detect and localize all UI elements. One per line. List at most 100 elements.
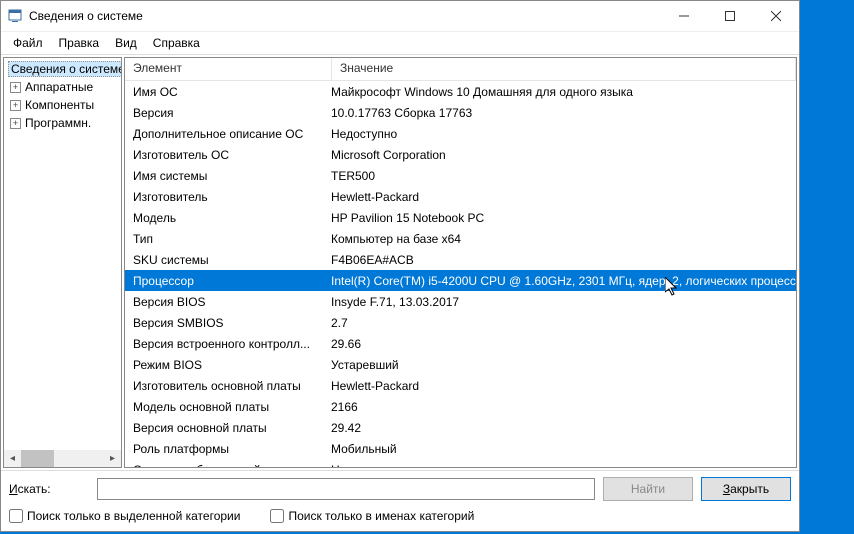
menu-edit[interactable]: Правка — [51, 34, 108, 52]
table-row[interactable]: Дополнительное описание ОСНедоступно — [125, 123, 796, 144]
menu-help[interactable]: Справка — [145, 34, 208, 52]
table-row[interactable]: ПроцессорIntel(R) Core(TM) i5-4200U CPU … — [125, 270, 796, 291]
column-header-name[interactable]: Элемент — [125, 58, 332, 80]
cell-value: F4B06EA#ACB — [323, 253, 796, 267]
tree-item-label: Компоненты — [25, 98, 94, 112]
cell-value: Hewlett-Packard — [323, 379, 796, 393]
table-row[interactable]: Изготовитель основной платыHewlett-Packa… — [125, 375, 796, 396]
table-row[interactable]: Версия основной платы29.42 — [125, 417, 796, 438]
cell-name: Дополнительное описание ОС — [125, 127, 323, 141]
table-row[interactable]: МодельHP Pavilion 15 Notebook PC — [125, 207, 796, 228]
tree-item-label: Программн. — [25, 116, 91, 130]
window-root: Сведения о системе Файл Правка Вид Справ… — [0, 0, 800, 532]
table-row[interactable]: Модель основной платы2166 — [125, 396, 796, 417]
cell-value: 2.7 — [323, 316, 796, 330]
cell-value: Insyde F.71, 13.03.2017 — [323, 295, 796, 309]
cell-name: Режим BIOS — [125, 358, 323, 372]
table-row[interactable]: Имя системыTER500 — [125, 165, 796, 186]
table-row[interactable]: ТипКомпьютер на базе x64 — [125, 228, 796, 249]
check-row: Поиск только в выделенной категории Поис… — [9, 509, 791, 523]
cell-value: 29.42 — [323, 421, 796, 435]
cell-value: Мобильный — [323, 442, 796, 456]
table-row[interactable]: Состояние безопасной загр...Не поддержив… — [125, 459, 796, 467]
close-button[interactable] — [753, 1, 799, 31]
cell-value: Устаревший — [323, 358, 796, 372]
search-input[interactable] — [97, 478, 595, 500]
cell-name: Изготовитель основной платы — [125, 379, 323, 393]
expand-icon[interactable]: + — [10, 82, 21, 93]
scroll-thumb[interactable] — [21, 450, 54, 467]
table-row[interactable]: SKU системыF4B06EA#ACB — [125, 249, 796, 270]
column-header-value[interactable]: Значение — [332, 58, 796, 80]
cell-name: Тип — [125, 232, 323, 246]
tree-item-label: Аппаратные — [25, 80, 93, 94]
cell-name: Состояние безопасной загр... — [125, 463, 323, 468]
table-row[interactable]: Роль платформыМобильный — [125, 438, 796, 459]
content-area: Сведения о системе + Аппаратные + Компон… — [1, 55, 799, 470]
close-dlg-button[interactable]: Закрыть — [701, 477, 791, 501]
cell-value: Майкрософт Windows 10 Домашняя для одног… — [323, 85, 796, 99]
horizontal-scrollbar[interactable]: ◂ ▸ — [4, 450, 121, 467]
checkbox[interactable] — [9, 509, 23, 523]
cell-value: 29.66 — [323, 337, 796, 351]
window-controls — [661, 1, 799, 31]
table-row[interactable]: Версия BIOSInsyde F.71, 13.03.2017 — [125, 291, 796, 312]
cell-name: Имя ОС — [125, 85, 323, 99]
cell-name: SKU системы — [125, 253, 323, 267]
cell-name: Модель — [125, 211, 323, 225]
cell-name: Версия основной платы — [125, 421, 323, 435]
table-row[interactable]: ИзготовительHewlett-Packard — [125, 186, 796, 207]
cell-value: HP Pavilion 15 Notebook PC — [323, 211, 796, 225]
titlebar[interactable]: Сведения о системе — [1, 1, 799, 32]
search-row: Искать: Найти Закрыть — [9, 477, 791, 501]
cell-value: Intel(R) Core(TM) i5-4200U CPU @ 1.60GHz… — [323, 274, 796, 288]
tree-item-label: Сведения о системе — [8, 61, 122, 77]
cell-name: Версия — [125, 106, 323, 120]
cell-name: Версия встроенного контролл... — [125, 337, 323, 351]
checkbox-label: Поиск только в именах категорий — [288, 509, 474, 523]
scroll-left-icon[interactable]: ◂ — [4, 450, 21, 467]
checkbox-category-names[interactable]: Поиск только в именах категорий — [270, 509, 474, 523]
cell-name: Процессор — [125, 274, 323, 288]
cell-value: TER500 — [323, 169, 796, 183]
cell-value: 10.0.17763 Сборка 17763 — [323, 106, 796, 120]
minimize-button[interactable] — [661, 1, 707, 31]
cell-name: Версия SMBIOS — [125, 316, 323, 330]
cell-name: Изготовитель — [125, 190, 323, 204]
expand-icon[interactable]: + — [10, 118, 21, 129]
tree-item-components[interactable]: + Компоненты — [6, 96, 119, 114]
scroll-right-icon[interactable]: ▸ — [104, 450, 121, 467]
maximize-button[interactable] — [707, 1, 753, 31]
menu-file[interactable]: Файл — [5, 34, 51, 52]
checkbox-label: Поиск только в выделенной категории — [27, 509, 240, 523]
expand-icon[interactable]: + — [10, 100, 21, 111]
tree-item-hardware[interactable]: + Аппаратные — [6, 78, 119, 96]
window-title: Сведения о системе — [29, 9, 661, 23]
table-row[interactable]: Режим BIOSУстаревший — [125, 354, 796, 375]
cell-value: Microsoft Corporation — [323, 148, 796, 162]
find-button[interactable]: Найти — [603, 477, 693, 501]
details-pane: Элемент Значение Имя ОСМайкрософт Window… — [124, 57, 797, 468]
table-row[interactable]: Версия10.0.17763 Сборка 17763 — [125, 102, 796, 123]
cell-name: Изготовитель ОС — [125, 148, 323, 162]
search-label: Искать: — [9, 482, 89, 496]
cell-name: Версия BIOS — [125, 295, 323, 309]
cell-name: Имя системы — [125, 169, 323, 183]
checkbox-selected-category[interactable]: Поиск только в выделенной категории — [9, 509, 240, 523]
scroll-track[interactable] — [21, 450, 104, 467]
tree-item-software[interactable]: + Программн. — [6, 114, 119, 132]
cell-value: Не поддерживается — [323, 463, 796, 468]
table-row[interactable]: Изготовитель ОСMicrosoft Corporation — [125, 144, 796, 165]
cell-value: 2166 — [323, 400, 796, 414]
menu-view[interactable]: Вид — [107, 34, 145, 52]
cell-value: Компьютер на базе x64 — [323, 232, 796, 246]
checkbox[interactable] — [270, 509, 284, 523]
tree-item-system-summary[interactable]: Сведения о системе — [6, 60, 119, 78]
tree-pane[interactable]: Сведения о системе + Аппаратные + Компон… — [3, 57, 122, 468]
table-row[interactable]: Версия SMBIOS2.7 — [125, 312, 796, 333]
cell-name: Роль платформы — [125, 442, 323, 456]
table-row[interactable]: Имя ОСМайкрософт Windows 10 Домашняя для… — [125, 81, 796, 102]
table-row[interactable]: Версия встроенного контролл...29.66 — [125, 333, 796, 354]
rows-container[interactable]: Имя ОСМайкрософт Windows 10 Домашняя для… — [125, 81, 796, 467]
cell-value: Hewlett-Packard — [323, 190, 796, 204]
